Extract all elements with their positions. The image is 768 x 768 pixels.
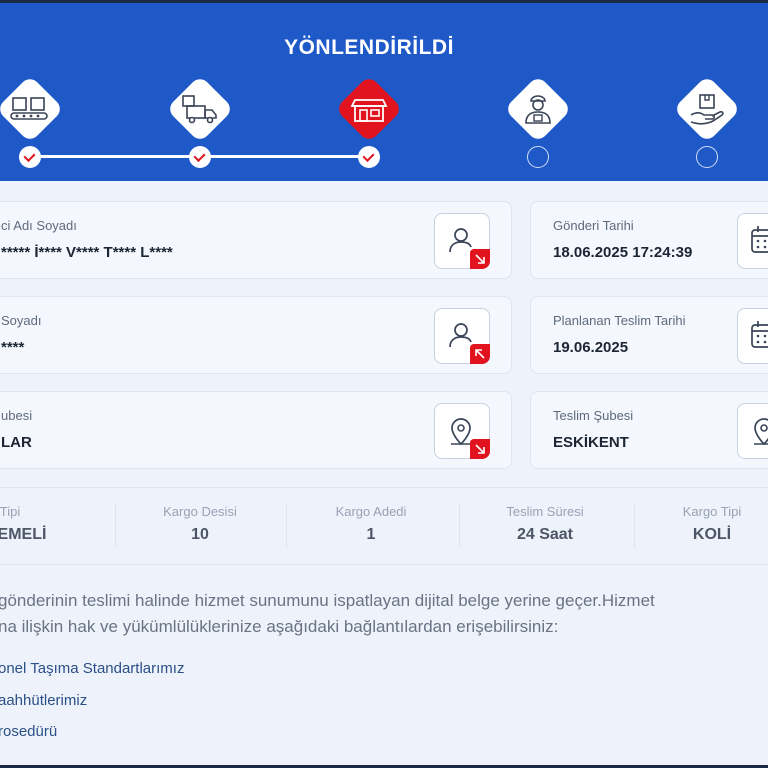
delivery-branch-card: Teslim Şubesi ESKİKENT (530, 391, 768, 469)
link-transport-standards[interactable]: onel Taşıma Standartlarımız (0, 660, 184, 677)
stat-value: 1 (366, 526, 376, 543)
stat-label: Kargo Desisi (163, 504, 237, 519)
step-2-check (189, 146, 211, 168)
stat-label: Teslim Süresi (506, 504, 584, 519)
step-3-check (358, 146, 380, 168)
planned-delivery-label: Planlanan Teslim Tarihi (553, 313, 686, 328)
conveyor-boxes-icon (10, 97, 48, 120)
arrow-in-badge (470, 344, 490, 364)
shipment-date-card: Gönderi Tarihi 18.06.2025 17:24:39 (530, 201, 768, 279)
stat-label: Kargo Tipi (682, 504, 742, 519)
sender-name-card: ci Adı Soyadı ***** İ**** V**** T**** L*… (0, 201, 512, 279)
step-5-pending (696, 146, 718, 168)
stat-label: Kargo Adedi (335, 504, 407, 519)
delivery-branch-icon-box (737, 403, 768, 459)
progress-line-1 (40, 155, 192, 158)
step-1-check (19, 146, 41, 168)
arrow-out-badge (470, 249, 490, 269)
stat-cargo-type: Kargo Tipi KOLİ (652, 488, 768, 564)
planned-delivery-card: Planlanan Teslim Tarihi 19.06.2025 (530, 296, 768, 374)
shipment-date-value: 18.06.2025 17:24:39 (553, 244, 693, 261)
info-text: gönderinin teslimi halinde hizmet sunumu… (0, 588, 768, 640)
arrow-out-badge (470, 439, 490, 459)
sender-branch-icon-box (434, 403, 490, 459)
stat-divider (459, 504, 460, 548)
stat-divider (115, 504, 116, 548)
stat-value: ÖDEMELİ (0, 526, 47, 543)
sender-name-value: ***** İ**** V**** T**** L**** (1, 244, 173, 261)
sender-branch-label: ubesi (1, 408, 33, 423)
delivery-branch-label: Teslim Şubesi (553, 408, 634, 423)
stat-divider (286, 504, 287, 548)
stat-delivery-time: Teslim Süresi 24 Saat (485, 488, 605, 564)
planned-delivery-value: 19.06.2025 (553, 339, 629, 356)
stat-payment-type: Tipi ÖDEMELİ (0, 488, 65, 564)
shipment-date-icon-box (737, 213, 768, 269)
arrow-down-right-icon (475, 254, 485, 264)
receiver-name-card: Soyadı **** (0, 296, 512, 374)
shipment-stats: Tipi ÖDEMELİ Kargo Desisi 10 Kargo Adedi… (0, 487, 768, 565)
receiver-name-label: Soyadı (1, 313, 42, 328)
sender-icon-box (434, 213, 490, 269)
delivery-branch-value: ESKİKENT (553, 434, 629, 451)
arrow-down-right-icon (475, 444, 485, 454)
sender-branch-value: LAR (1, 434, 32, 451)
delivery-truck-icon (182, 95, 217, 124)
info-line-2: na ilişkin hak ve yükümlülüklerinize aşa… (0, 617, 559, 636)
receiver-icon-box (434, 308, 490, 364)
status-title: YÖNLENDİRİLDİ (284, 36, 454, 59)
branch-store-icon (350, 99, 388, 122)
info-line-1: gönderinin teslimi halinde hizmet sunumu… (0, 591, 655, 610)
arrow-up-left-icon (475, 349, 485, 359)
step-4-pending (527, 146, 549, 168)
location-pin-icon (754, 418, 768, 446)
stat-cargo-count: Kargo Adedi 1 (311, 488, 431, 564)
stat-value: KOLİ (692, 526, 732, 543)
link-commitments[interactable]: aahhütlerimiz (0, 692, 87, 709)
shipment-date-label: Gönderi Tarihi (553, 218, 634, 233)
link-procedure[interactable]: rosedürü (0, 723, 57, 740)
courier-icon (525, 95, 551, 124)
stat-divider (634, 504, 635, 548)
receiver-name-value: **** (1, 339, 25, 356)
calendar-icon (751, 226, 768, 253)
progress-line-2 (210, 155, 360, 158)
sender-branch-card: ubesi LAR (0, 391, 512, 469)
stat-label: Tipi (0, 504, 21, 519)
sender-name-label: ci Adı Soyadı (1, 218, 77, 233)
stat-value: 10 (191, 526, 209, 543)
package-hand-icon (690, 94, 724, 125)
stat-value: 24 Saat (516, 526, 574, 543)
calendar-icon (751, 321, 768, 348)
stat-cargo-desi: Kargo Desisi 10 (140, 488, 260, 564)
planned-delivery-icon-box (737, 308, 768, 364)
